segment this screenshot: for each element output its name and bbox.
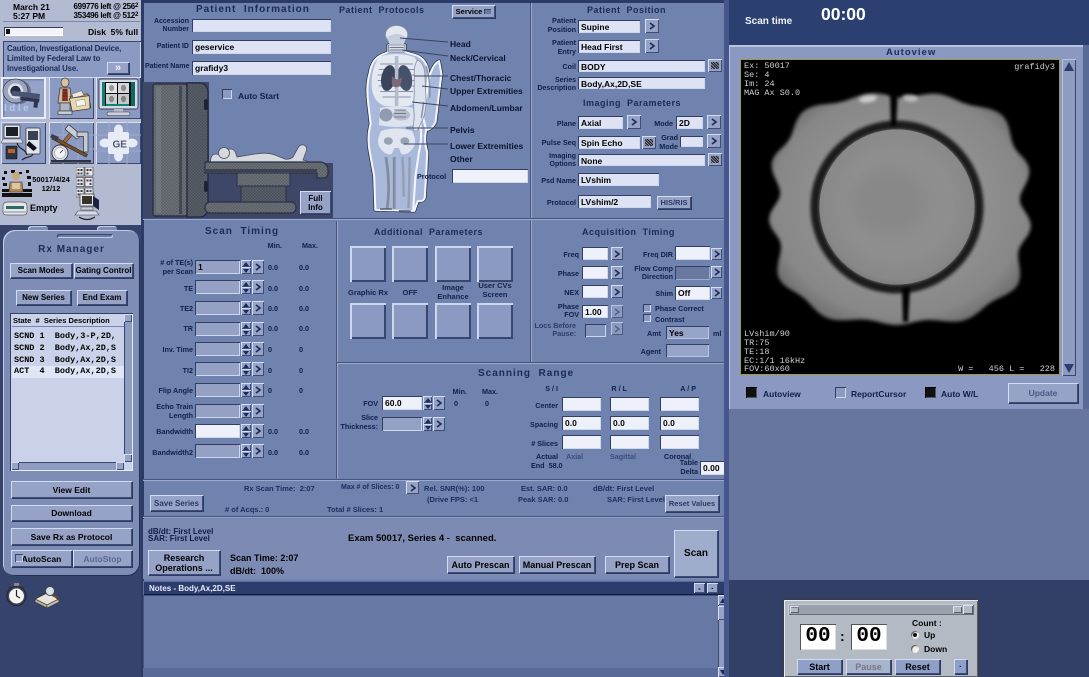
svg-text:GE: GE — [113, 140, 128, 151]
svg-text:Idle: Idle — [4, 103, 31, 114]
